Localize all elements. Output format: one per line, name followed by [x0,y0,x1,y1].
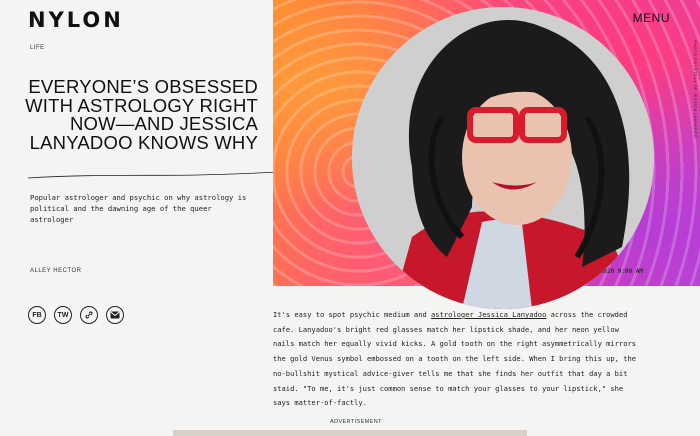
copy-link-button[interactable] [80,306,98,324]
article-body: It's easy to spot psychic medium and ast… [273,308,643,411]
mail-icon [110,311,120,319]
portrait-illustration [352,7,654,309]
body-text-rest: across the crowded cafe. Lanyadoo's brig… [273,310,637,408]
article-dek: Popular astrologer and psychic on why as… [30,193,247,224]
link-icon [85,311,93,319]
author-portrait-photo [352,7,654,309]
twitter-share-button[interactable]: TW [54,306,72,324]
advertisement-slot[interactable] [173,430,527,436]
nylon-logo[interactable]: NYLON [28,8,124,32]
article-headline: EVERYONE’S OBSESSED WITH ASTROLOGY RIGHT… [25,76,258,153]
astrologer-link[interactable]: astrologer Jessica Lanyadoo [431,310,546,319]
body-text-intro: It's easy to spot psychic medium and [273,310,432,319]
author-byline[interactable]: ALLEY HECTOR [30,268,81,274]
photo-credit: PHOTO COURTESY OF JESSICA LANYADOO [693,40,698,139]
headline-underline-squiggle [28,170,300,179]
facebook-share-button[interactable]: FB [28,306,46,324]
email-share-button[interactable] [106,306,124,324]
menu-button[interactable]: MENU [633,11,670,25]
share-buttons: FB TW [28,306,124,324]
advertisement-label: ADVERTISEMENT [330,419,382,425]
section-label[interactable]: LIFE [30,45,45,51]
